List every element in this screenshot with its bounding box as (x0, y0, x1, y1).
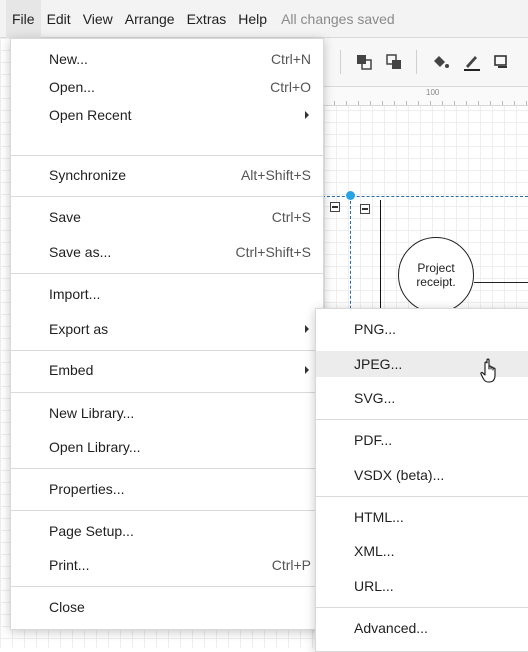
menu-item-new[interactable]: New... Ctrl+N (11, 46, 323, 72)
shortcut-label: Ctrl+Shift+S (235, 244, 311, 260)
menu-item-new-library[interactable]: New Library... (11, 400, 323, 426)
bring-to-front-icon[interactable] (354, 52, 374, 72)
menu-item-label: Synchronize (49, 167, 127, 183)
menu-item-label: PDF... (354, 432, 393, 448)
menu-separator (11, 155, 323, 156)
menu-item-embed[interactable]: Embed (11, 357, 323, 383)
export-vsdx[interactable]: VSDX (beta)... (316, 462, 528, 488)
menu-item-label: Page Setup... (49, 523, 134, 539)
menu-item-label: XML... (354, 543, 395, 559)
menu-separator (316, 607, 528, 608)
export-advanced[interactable]: Advanced... (316, 615, 528, 641)
menu-item-properties[interactable]: Properties... (11, 476, 323, 502)
horizontal-ruler: 100 (322, 87, 528, 106)
menu-separator (11, 273, 323, 274)
menu-item-open[interactable]: Open... Ctrl+O (11, 74, 323, 100)
menu-item-close[interactable]: Close (11, 594, 323, 620)
menu-help[interactable]: Help (232, 0, 273, 38)
resize-handle[interactable] (346, 191, 355, 200)
file-menu: New... Ctrl+N Open... Ctrl+O Open Recent… (10, 38, 324, 630)
menubar: File Edit View Arrange Extras Help All c… (0, 0, 528, 38)
collapse-icon[interactable] (330, 202, 340, 212)
menu-item-label: New Library... (49, 405, 135, 421)
submenu-arrow-icon (305, 366, 309, 374)
menu-item-open-recent[interactable]: Open Recent (11, 102, 323, 128)
menu-item-label: New... (49, 51, 88, 67)
menu-item-label: Export as (49, 321, 109, 337)
menu-extras[interactable]: Extras (181, 0, 233, 38)
shortcut-label: Alt+Shift+S (240, 167, 311, 183)
menu-item-label: Import... (49, 286, 101, 302)
collapse-icon[interactable] (360, 204, 370, 214)
menu-item-save[interactable]: Save Ctrl+S (11, 204, 323, 230)
shortcut-label: Ctrl+P (271, 557, 311, 573)
process-node[interactable]: Project receipt. (398, 237, 474, 313)
export-pdf[interactable]: PDF... (316, 427, 528, 453)
menu-item-label: Print... (49, 557, 90, 573)
send-to-back-icon[interactable] (384, 52, 404, 72)
menu-item-save-as[interactable]: Save as... Ctrl+Shift+S (11, 239, 323, 265)
toolbar-separator (416, 50, 417, 74)
menu-item-label: Save as... (49, 244, 112, 260)
menu-item-print[interactable]: Print... Ctrl+P (11, 552, 323, 578)
submenu-arrow-icon (305, 111, 309, 119)
menu-item-label: Open Library... (49, 439, 141, 455)
connector-line (474, 282, 528, 283)
menu-item-synchronize[interactable]: Synchronize Alt+Shift+S (11, 162, 323, 188)
menu-item-label: Save (49, 209, 81, 225)
export-xml[interactable]: XML... (316, 538, 528, 564)
menu-separator (11, 468, 323, 469)
ruler-label: 100 (426, 88, 440, 97)
export-png[interactable]: PNG... (316, 316, 528, 342)
export-url[interactable]: URL... (316, 573, 528, 599)
menu-separator (11, 510, 323, 511)
menu-item-label: Advanced... (354, 620, 428, 636)
fill-color-icon[interactable] (430, 52, 450, 72)
menu-view[interactable]: View (77, 0, 119, 38)
menu-item-label: VSDX (beta)... (354, 467, 445, 483)
menu-separator (11, 586, 323, 587)
menu-item-label: Open... (49, 79, 95, 95)
menu-item-import[interactable]: Import... (11, 281, 323, 307)
menu-separator (316, 496, 528, 497)
menu-edit[interactable]: Edit (41, 0, 77, 38)
menu-item-page-setup[interactable]: Page Setup... (11, 518, 323, 544)
menu-item-label: URL... (354, 578, 394, 594)
menu-item-label: SVG... (354, 390, 396, 406)
shortcut-label: Ctrl+N (270, 51, 311, 67)
menu-item-label: Embed (49, 362, 94, 378)
menu-separator (11, 196, 323, 197)
menu-file[interactable]: File (6, 0, 41, 38)
menu-item-label: Properties... (49, 481, 125, 497)
menu-separator (11, 392, 323, 393)
shortcut-label: Ctrl+O (270, 79, 311, 95)
export-svg[interactable]: SVG... (316, 385, 528, 411)
hand-pointer-icon (480, 358, 496, 383)
menu-item-label: HTML... (354, 509, 404, 525)
submenu-arrow-icon (305, 325, 309, 333)
shortcut-label: Ctrl+S (271, 209, 311, 225)
menu-separator (11, 350, 323, 351)
shadow-icon[interactable] (492, 52, 512, 72)
save-status: All changes saved (281, 10, 395, 27)
menu-arrange[interactable]: Arrange (119, 0, 181, 38)
export-html[interactable]: HTML... (316, 504, 528, 530)
menu-item-label: Close (49, 599, 85, 615)
toolbar-separator (340, 50, 341, 74)
menu-item-open-library[interactable]: Open Library... (11, 434, 323, 460)
menu-item-label: PNG... (354, 321, 397, 337)
menu-item-label: JPEG... (354, 356, 403, 372)
menu-item-label: Open Recent (49, 107, 132, 123)
line-color-icon[interactable] (462, 52, 482, 72)
node-label-line2: receipt. (416, 275, 456, 289)
menu-separator (316, 419, 528, 420)
node-label-line1: Project (417, 261, 455, 275)
format-toolbar (322, 38, 528, 87)
menu-item-export-as[interactable]: Export as (11, 316, 323, 342)
